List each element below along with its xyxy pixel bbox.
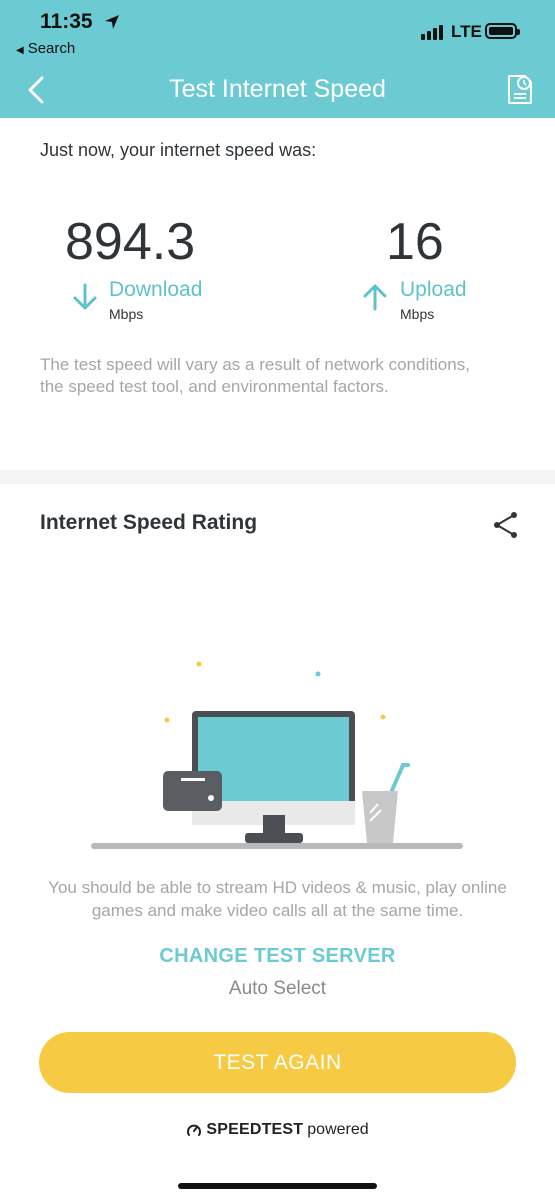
history-report-icon[interactable] — [505, 72, 535, 106]
section-divider — [0, 470, 555, 484]
upload-arrow-icon — [363, 284, 387, 311]
location-arrow-icon — [105, 15, 119, 29]
back-app-label: Search — [27, 40, 76, 57]
powered-suffix: powered — [307, 1121, 369, 1138]
selected-server: Auto Select — [228, 978, 327, 999]
upload-unit: Mbps — [400, 306, 435, 322]
change-test-server-link[interactable]: CHANGE TEST SERVER — [0, 945, 555, 968]
speed-disclaimer: The test speed will vary as a result of … — [40, 355, 470, 396]
download-label: Download — [109, 278, 203, 301]
speedtest-powered-badge: SPEEDTEST powered — [0, 1121, 555, 1139]
status-time: 11:35 — [40, 10, 93, 33]
share-icon[interactable] — [492, 510, 520, 540]
network-type: LTE — [451, 22, 482, 41]
battery-icon — [485, 23, 520, 39]
cellular-signal-icon — [421, 24, 443, 40]
download-unit: Mbps — [109, 306, 144, 322]
speedometer-icon — [187, 1124, 202, 1136]
download-arrow-icon — [73, 283, 97, 310]
back-to-search-link[interactable]: ◀ Search — [16, 40, 75, 57]
home-indicator[interactable] — [178, 1183, 377, 1189]
upload-label: Upload — [400, 278, 467, 301]
speedtest-brand: SPEEDTEST — [206, 1121, 304, 1138]
rating-title: Internet Speed Rating — [40, 511, 258, 534]
page-title: Test Internet Speed — [169, 75, 386, 103]
test-again-button[interactable]: TEST AGAIN — [39, 1032, 516, 1093]
computer-desk-illustration — [91, 661, 463, 849]
header-bar: 11:35 ◀ Search LTE Test Internet Speed — [0, 0, 555, 118]
back-triangle-icon: ◀ — [16, 45, 24, 56]
rating-description: You should be able to stream HD videos &… — [48, 878, 507, 920]
result-intro: Just now, your internet speed was: — [40, 140, 317, 160]
upload-speed-value: 16 — [386, 213, 444, 271]
download-speed-value: 894.3 — [65, 213, 196, 271]
